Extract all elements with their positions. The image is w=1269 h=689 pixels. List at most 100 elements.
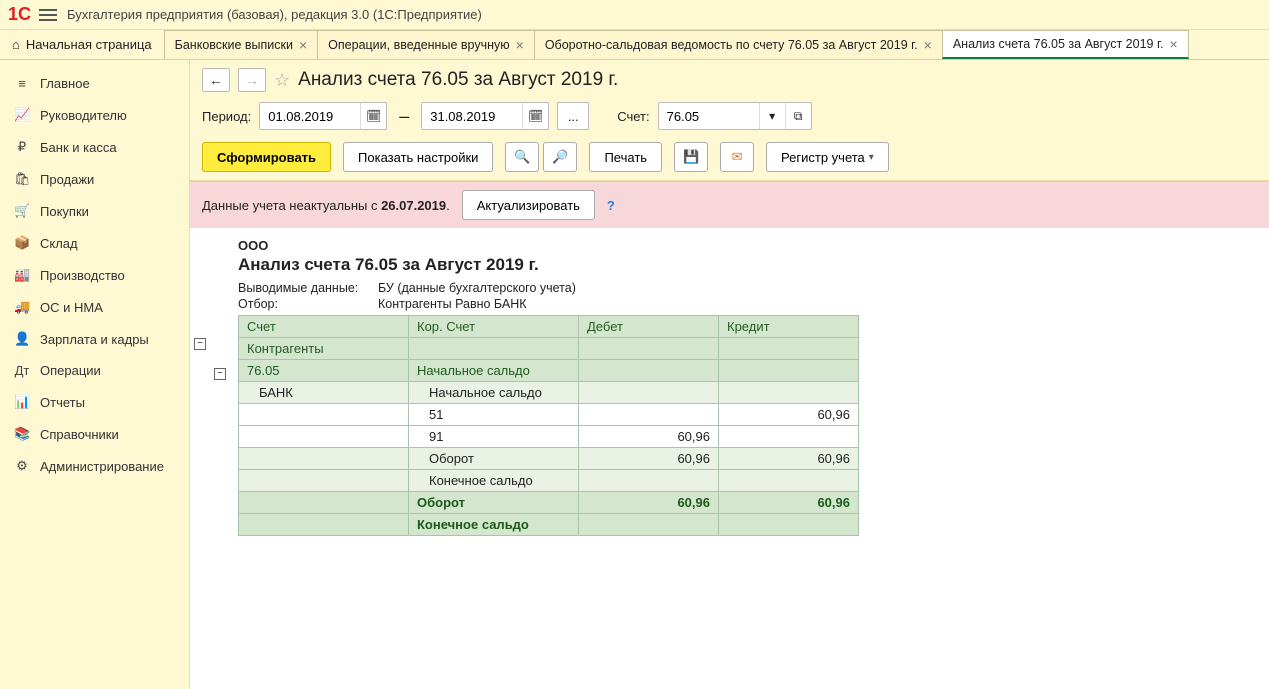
nav-label: Зарплата и кадры	[40, 332, 149, 347]
app-title: Бухгалтерия предприятия (базовая), редак…	[67, 7, 482, 22]
hamburger-icon[interactable]	[39, 6, 57, 24]
cell-initial: Начальное сальдо	[409, 360, 579, 382]
meta-output-value: БУ (данные бухгалтерского учета)	[378, 281, 576, 295]
hdr-acct: Счет	[239, 316, 409, 338]
nav-item-5[interactable]: 📦 Склад	[0, 227, 189, 259]
nav-forward-button[interactable]: →	[238, 68, 266, 92]
close-icon[interactable]: ×	[516, 37, 524, 53]
calendar-icon[interactable]: 🗓	[360, 103, 386, 129]
home-tab[interactable]: ⌂ Начальная страница	[0, 30, 164, 59]
nav-item-0[interactable]: ≡ Главное	[0, 68, 189, 99]
nav-icon: 🏭	[14, 267, 30, 283]
nav-item-11[interactable]: 📚 Справочники	[0, 418, 189, 450]
register-button[interactable]: Регистр учета	[766, 142, 889, 172]
close-icon[interactable]: ×	[299, 37, 307, 53]
hdr-debit: Дебет	[579, 316, 719, 338]
nav-icon: 📊	[14, 394, 30, 410]
open-dialog-icon[interactable]: ⧉	[785, 103, 811, 129]
dash: –	[395, 106, 413, 127]
cell-t-deb: 60,96	[579, 448, 719, 470]
period-to-field[interactable]	[422, 103, 522, 129]
nav-label: ОС и НМА	[40, 300, 103, 315]
cell-91: 91	[409, 426, 579, 448]
period-picker-button[interactable]: ...	[557, 102, 589, 130]
tab-label: Анализ счета 76.05 за Август 2019 г.	[953, 37, 1164, 51]
save-button[interactable]: 💾	[674, 142, 708, 172]
nav-label: Главное	[40, 76, 90, 91]
nav-back-button[interactable]: ←	[202, 68, 230, 92]
hdr-contragents: Контрагенты	[239, 338, 409, 360]
nav-item-10[interactable]: 📊 Отчеты	[0, 386, 189, 418]
nav-icon: ⚙	[14, 458, 30, 474]
sidebar: ≡ Главное 📈Руководителю ₽ Банк и касса 🛍Прода…	[0, 60, 190, 689]
tab-2[interactable]: Оборотно-сальдовая ведомость по счету 76…	[534, 30, 943, 59]
nav-icon: 🛒	[14, 203, 30, 219]
tree-collapse-2[interactable]: −	[214, 364, 226, 380]
calendar-icon[interactable]: 🗓	[522, 103, 548, 129]
warning-text: Данные учета неактуальны с 26.07.2019.	[202, 198, 450, 213]
cell-91-debit: 60,96	[579, 426, 719, 448]
nav-item-7[interactable]: 🚚ОС и НМА	[0, 291, 189, 323]
account-input[interactable]: ▾ ⧉	[658, 102, 812, 130]
cell-51: 51	[409, 404, 579, 426]
nav-label: Склад	[40, 236, 78, 251]
period-from-input[interactable]: 🗓	[259, 102, 387, 130]
show-settings-button[interactable]: Показать настройки	[343, 142, 493, 172]
cell-final: Конечное сальдо	[409, 470, 579, 492]
nav-icon: Дт	[14, 363, 30, 378]
search-button[interactable]: 🔍	[505, 142, 539, 172]
help-icon[interactable]: ?	[607, 198, 615, 213]
print-button[interactable]: Печать	[589, 142, 662, 172]
nav-item-4[interactable]: 🛒Покупки	[0, 195, 189, 227]
account-label: Счет:	[617, 109, 649, 124]
nav-label: Администрирование	[40, 459, 164, 474]
nav-item-8[interactable]: 👤Зарплата и кадры	[0, 323, 189, 355]
tab-label: Оборотно-сальдовая ведомость по счету 76…	[545, 38, 918, 52]
nav-item-2[interactable]: ₽ Банк и касса	[0, 131, 189, 163]
nav-label: Продажи	[40, 172, 94, 187]
email-button[interactable]: ✉	[720, 142, 754, 172]
cell-tt-cred: 60,96	[719, 492, 859, 514]
period-label: Период:	[202, 109, 251, 124]
page-title: Анализ счета 76.05 за Август 2019 г.	[298, 69, 618, 91]
nav-icon: 📚	[14, 426, 30, 442]
close-icon[interactable]: ×	[1169, 36, 1177, 52]
tab-label: Операции, введенные вручную	[328, 38, 509, 52]
cell-bank: БАНК	[239, 382, 409, 404]
period-from-field[interactable]	[260, 103, 360, 129]
tree-collapse-1[interactable]: −	[194, 334, 206, 350]
nav-label: Отчеты	[40, 395, 85, 410]
titlebar: 1C Бухгалтерия предприятия (базовая), ре…	[0, 0, 1269, 30]
cell-tt-deb: 60,96	[579, 492, 719, 514]
meta-filter-label: Отбор:	[238, 297, 378, 311]
account-field[interactable]	[659, 103, 759, 129]
nav-label: Банк и касса	[40, 140, 117, 155]
report-title: Анализ счета 76.05 за Август 2019 г.	[238, 255, 1259, 275]
tab-1[interactable]: Операции, введенные вручную ×	[317, 30, 535, 59]
cell-acct: 76.05	[239, 360, 409, 382]
form-button[interactable]: Сформировать	[202, 142, 331, 172]
search-next-button[interactable]: 🔎	[543, 142, 577, 172]
nav-label: Справочники	[40, 427, 119, 442]
tab-0[interactable]: Банковские выписки×	[164, 30, 319, 59]
nav-item-12[interactable]: ⚙ Администрирование	[0, 450, 189, 482]
meta-output-label: Выводимые данные:	[238, 281, 378, 295]
nav-label: Операции	[40, 363, 101, 378]
nav-item-1[interactable]: 📈Руководителю	[0, 99, 189, 131]
nav-icon: ₽	[14, 139, 30, 155]
cell-total-turn: Оборот	[409, 492, 579, 514]
tab-3[interactable]: Анализ счета 76.05 за Август 2019 г. ×	[942, 30, 1189, 59]
nav-item-6[interactable]: 🏭Производство	[0, 259, 189, 291]
period-to-input[interactable]: 🗓	[421, 102, 549, 130]
nav-item-3[interactable]: 🛍Продажи	[0, 163, 189, 195]
report-area: − − ООО Анализ счета 76.05 за Август 201…	[190, 228, 1269, 689]
favorite-star-icon[interactable]: ☆	[274, 70, 290, 91]
nav-icon: ≡	[14, 76, 30, 91]
nav-item-9[interactable]: Дт Операции	[0, 355, 189, 386]
home-icon: ⌂	[12, 37, 20, 52]
dropdown-icon[interactable]: ▾	[759, 103, 785, 129]
nav-icon: 📦	[14, 235, 30, 251]
close-icon[interactable]: ×	[924, 37, 932, 53]
actualize-button[interactable]: Актуализировать	[462, 190, 595, 220]
tabs-row: ⌂ Начальная страница Банковские выписки×…	[0, 30, 1269, 60]
